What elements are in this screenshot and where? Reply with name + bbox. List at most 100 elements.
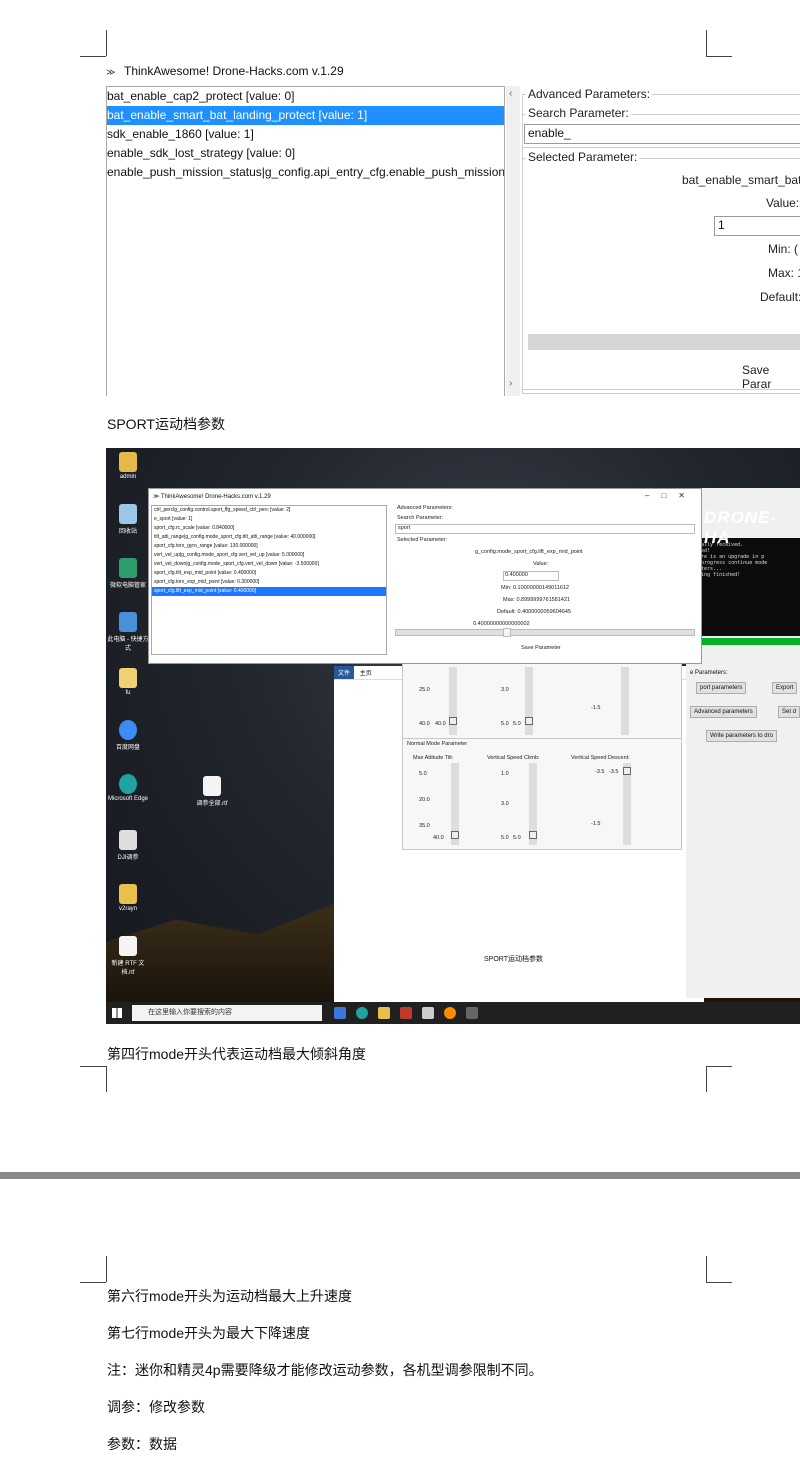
caption-sport: SPORT运动档参数 <box>107 416 225 432</box>
console-output: rtually received. ected! There is an upg… <box>686 538 800 636</box>
desktop-icon-edge[interactable]: Microsoft Edge <box>106 774 150 802</box>
edge-icon[interactable] <box>356 1007 368 1019</box>
app-logo-icon: ≫ <box>153 494 161 500</box>
parameter-list[interactable]: bat_enable_cap2_protect [value: 0] bat_e… <box>106 86 505 396</box>
desktop-icon-fu[interactable]: fu <box>106 668 150 696</box>
list-item-selected[interactable]: bat_enable_smart_bat_landing_protect [va… <box>107 106 504 125</box>
list-item[interactable]: sport_cfg.tilt_exp_mid_point [value: 0.4… <box>152 569 386 578</box>
list-item[interactable]: e_sport [value: 1] <box>152 515 386 524</box>
inner-advanced-label: Advanced Parameters: <box>397 505 453 511</box>
desktop-icon-v2rayn[interactable]: v2rayn <box>106 884 150 912</box>
max-tilt-header: Max Attitude Tilt: <box>413 755 454 761</box>
inner-selected-label: Selected Parameter: <box>397 537 448 543</box>
list-item[interactable]: sport_cfg.rc_scale [value: 0.840000] <box>152 524 386 533</box>
scroll-up-icon[interactable]: ‹ <box>509 88 512 99</box>
parameter-panel: Advanced Parameters: Search Parameter: e… <box>522 86 800 396</box>
import-parameters-button[interactable]: port parameters <box>696 682 747 694</box>
list-item[interactable]: sdk_enable_1860 [value: 1] <box>107 125 504 144</box>
export-button[interactable]: Export <box>772 682 798 694</box>
inner-parameter-list[interactable]: ctrl_perclg_config.control.sport_ffg_spe… <box>151 505 387 655</box>
tab-home[interactable]: 主页 <box>356 666 376 679</box>
normal-mode-label: Normal Mode Parameter <box>407 741 468 747</box>
list-item[interactable]: vert_vel_up|g_config.mode_sport_cfg.vert… <box>152 551 386 560</box>
splitter-strip[interactable]: ‹ › <box>506 86 520 396</box>
folder-icon <box>119 884 137 904</box>
tab-file[interactable]: 文件 <box>334 666 355 679</box>
list-item[interactable]: ctrl_perclg_config.control.sport_ffg_spe… <box>152 506 386 515</box>
advanced-parameters-window: ≫ ThinkAwesome! Drone-Hacks.com v.1.29 –… <box>148 488 702 664</box>
climb-slider-knob[interactable] <box>525 717 533 725</box>
list-item[interactable]: bat_enable_cap2_protect [value: 0] <box>107 87 504 106</box>
value-slider-track[interactable] <box>528 334 800 350</box>
line-sixth: 第六行mode开头为运动档最大上升速度 <box>107 1288 353 1304</box>
document-icon <box>119 936 137 956</box>
list-item[interactable]: enable_push_mission_status|g_config.api_… <box>107 163 504 182</box>
write-parameters-button[interactable]: Write parameters to dro <box>706 730 777 742</box>
descent-slider-track[interactable] <box>621 667 629 735</box>
windows-start-icon[interactable] <box>112 1008 122 1018</box>
tilt-slider-knob[interactable] <box>449 717 457 725</box>
params-line: 参数：数据 <box>107 1436 177 1452</box>
explorer-icon[interactable] <box>378 1007 390 1019</box>
value-input[interactable]: 1 <box>714 216 800 236</box>
default-label: Default: <box>760 290 800 304</box>
normal-climb-knob[interactable] <box>529 831 537 839</box>
advanced-label: Advanced Parameters: <box>526 87 653 101</box>
desktop-icon-pc-manager[interactable]: 微软电脑管家 <box>106 558 150 589</box>
selected-param-name: bat_enable_smart_bat <box>682 173 800 187</box>
normal-descent-track[interactable] <box>623 763 631 845</box>
dji-icon <box>119 830 137 850</box>
list-item-selected[interactable]: sport_cfg.lift_exp_mid_point [value: 0.4… <box>152 587 386 596</box>
qq-icon[interactable] <box>444 1007 456 1019</box>
list-item[interactable]: tilt_atti_range|g_config.mode_sport_cfg.… <box>152 533 386 542</box>
list-item[interactable]: enable_sdk_lost_strategy [value: 0] <box>107 144 504 163</box>
inner-slider-track[interactable] <box>395 629 695 636</box>
inner-search-input[interactable] <box>395 524 695 534</box>
inner-selected-name: g_config.mode_sport_cfg.lift_exp_mid_poi… <box>475 549 583 555</box>
app-logo-icon: ≫ <box>106 67 116 77</box>
inner-value-label: Value: <box>533 561 549 567</box>
inner-slider-knob[interactable] <box>503 628 511 637</box>
taskbar-search[interactable]: 在这里输入你要搜索的内容 <box>132 1005 322 1021</box>
desktop-icon-admin[interactable]: admin <box>106 452 150 480</box>
value-label: Value: <box>766 196 800 210</box>
scroll-right-icon[interactable]: › <box>509 378 512 389</box>
progress-bar <box>692 638 800 645</box>
sport-slider-group: 25.0 40.0 40.0 3.0 5.0 5.0 -1.5 <box>402 658 682 740</box>
group-label: e Parameters: <box>690 670 728 676</box>
drone-hacks-banner: DRONE-HA <box>704 508 778 547</box>
save-parameter-button[interactable]: Save Parar <box>742 363 800 391</box>
app-icon[interactable] <box>400 1007 412 1019</box>
desktop-icon-baidu[interactable]: 百度网盘 <box>106 720 150 751</box>
folder-icon <box>119 452 137 472</box>
word-caption: SPORT运动档参数 <box>484 956 543 963</box>
desktop-icon-rtf[interactable]: 新建 RTF 文档.rtf <box>106 936 150 976</box>
list-item[interactable]: sport_cfg.torx_gyro_range [value: 130.00… <box>152 542 386 551</box>
line-fourth: 第四行mode开头代表运动档最大倾斜角度 <box>107 1046 367 1062</box>
list-item[interactable]: sport_cfg.torx_exp_mid_point [value: 0.3… <box>152 578 386 587</box>
set-default-button[interactable]: Set d <box>778 706 800 718</box>
drone-hacks-screenshot: ≫ ThinkAwesome! Drone-Hacks.com v.1.29 ba… <box>106 58 800 396</box>
line-seventh: 第七行mode开头为最大下降速度 <box>107 1325 311 1341</box>
search-input[interactable]: enable_ <box>524 124 800 144</box>
desktop-icon-this-pc[interactable]: 此电脑 - 快捷方式 <box>106 612 150 652</box>
inner-search-label: Search Parameter: <box>397 515 444 521</box>
desktop-icon-recycle-bin[interactable]: 回收站 <box>106 504 150 535</box>
selected-label: Selected Parameter: <box>526 150 640 164</box>
advanced-parameters-button[interactable]: Advanced parameters <box>690 706 757 718</box>
taskbar: 在这里输入你要搜索的内容 <box>106 1002 800 1024</box>
climb-header: Vertical Speed Climb: <box>487 755 540 761</box>
desktop-screenshot: admin 回收站 微软电脑管家 此电脑 - 快捷方式 fu 百度网盘 Micr… <box>106 448 800 1024</box>
list-item[interactable]: vert_vel_down|g_config.mode_sport_cfg.ve… <box>152 560 386 569</box>
normal-descent-knob[interactable] <box>623 767 631 775</box>
max-label: Max: 1 <box>768 266 800 280</box>
inner-save-button[interactable]: Save Parameter <box>521 645 561 651</box>
desktop-icon-dji[interactable]: DJI调参 <box>106 830 150 861</box>
drone-hacks-taskbar-icon[interactable] <box>466 1007 478 1019</box>
task-view-icon[interactable] <box>334 1007 346 1019</box>
window-controls[interactable]: –□✕ <box>645 491 697 500</box>
app-icon[interactable] <box>422 1007 434 1019</box>
desktop-icon-tuning-file[interactable]: 调参全部.rtf <box>190 776 234 807</box>
normal-tilt-knob[interactable] <box>451 831 459 839</box>
inner-window-title: ≫ ThinkAwesome! Drone-Hacks.com v.1.29 <box>149 489 701 505</box>
